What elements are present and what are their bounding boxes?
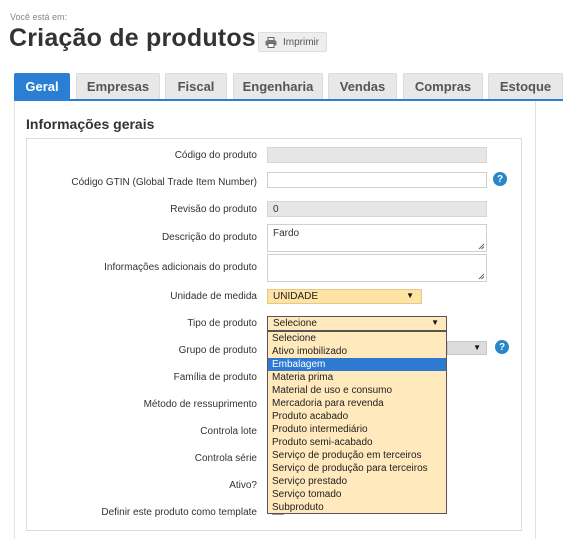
help-icon[interactable]: ? [493, 172, 507, 186]
dropdown-option[interactable]: Selecione [268, 332, 446, 345]
tipo-select[interactable]: Selecione ▼ [267, 316, 447, 331]
tab-fiscal[interactable]: Fiscal [165, 73, 227, 99]
dropdown-option[interactable]: Produto semi-acabado [268, 436, 446, 449]
dropdown-option[interactable]: Material de uso e consumo [268, 384, 446, 397]
chevron-down-icon: ▼ [473, 343, 481, 352]
dropdown-option[interactable]: Produto acabado [268, 410, 446, 423]
page-title: Criação de produtos [9, 24, 256, 52]
dropdown-option[interactable]: Serviço prestado [268, 475, 446, 488]
tab-vendas[interactable]: Vendas [328, 73, 397, 99]
section-title: Informações gerais [26, 116, 155, 132]
info-label: Informações adicionais do produto [104, 262, 257, 273]
print-button[interactable]: Imprimir [258, 32, 327, 52]
tab-engenharia[interactable]: Engenharia [233, 73, 323, 99]
unidade-value: UNIDADE [273, 291, 319, 302]
dropdown-option[interactable]: Produto intermediário [268, 423, 446, 436]
tab-empresas[interactable]: Empresas [76, 73, 160, 99]
dropdown-option[interactable]: Serviço tomado [268, 488, 446, 501]
gtin-input[interactable] [267, 172, 487, 188]
tab-geral[interactable]: Geral [14, 73, 70, 99]
grupo-select[interactable]: ▼ [447, 341, 487, 355]
dropdown-option[interactable]: Serviço de produção em terceiros [268, 449, 446, 462]
tipo-dropdown-list: Selecione Ativo imobilizado Embalagem Ma… [267, 331, 447, 514]
revisao-label: Revisão do produto [170, 204, 257, 215]
breadcrumb: Você está em: [10, 12, 68, 22]
chevron-down-icon: ▼ [406, 291, 414, 300]
unidade-label: Unidade de medida [170, 291, 257, 302]
tab-estoque[interactable]: Estoque [488, 73, 563, 99]
tipo-label: Tipo de produto [187, 318, 257, 329]
serie-label: Controla série [194, 453, 257, 464]
dropdown-option[interactable]: Ativo imobilizado [268, 345, 446, 358]
resize-handle-icon[interactable] [478, 243, 485, 250]
codigo-label: Código do produto [174, 150, 257, 161]
dropdown-option-highlighted[interactable]: Embalagem [268, 358, 446, 371]
tipo-value: Selecione [273, 318, 317, 329]
gtin-label: Código GTIN (Global Trade Item Number) [71, 177, 257, 188]
lote-label: Controla lote [200, 426, 257, 437]
info-textarea[interactable] [267, 254, 487, 282]
grupo-label: Grupo de produto [178, 345, 257, 356]
chevron-down-icon: ▼ [431, 318, 439, 327]
template-label: Definir este produto como template [101, 507, 257, 518]
descricao-textarea[interactable]: Fardo [267, 224, 487, 252]
dropdown-option[interactable]: Serviço de produção para terceiros [268, 462, 446, 475]
dropdown-option[interactable]: Materia prima [268, 371, 446, 384]
descricao-value: Fardo [273, 228, 300, 239]
familia-label: Família de produto [173, 372, 257, 383]
metodo-label: Método de ressuprimento [143, 399, 257, 410]
codigo-field [267, 147, 487, 163]
print-label: Imprimir [283, 36, 320, 48]
dropdown-option[interactable]: Subproduto [268, 501, 446, 513]
dropdown-option[interactable]: Mercadoria para revenda [268, 397, 446, 410]
unidade-select[interactable]: UNIDADE ▼ [267, 289, 422, 304]
resize-handle-icon[interactable] [478, 273, 485, 280]
printer-icon [265, 36, 277, 48]
descricao-label: Descrição do produto [161, 232, 257, 243]
revisao-field: 0 [267, 201, 487, 217]
help-icon[interactable]: ? [495, 340, 509, 354]
ativo-label: Ativo? [229, 480, 257, 491]
tab-compras[interactable]: Compras [403, 73, 483, 99]
